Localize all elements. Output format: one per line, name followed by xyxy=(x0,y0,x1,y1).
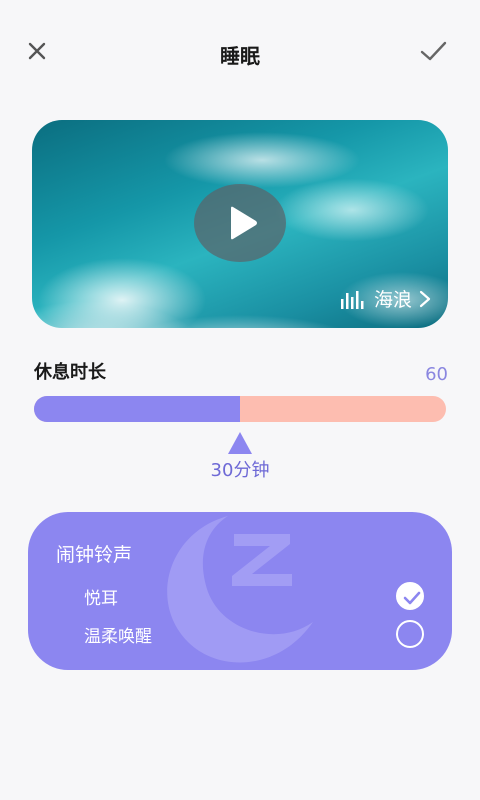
sound-selector[interactable]: 海浪 xyxy=(340,285,432,312)
play-button[interactable] xyxy=(194,184,286,262)
duration-slider[interactable] xyxy=(34,396,446,422)
radio-unchecked[interactable] xyxy=(396,620,424,648)
confirm-button[interactable] xyxy=(416,36,450,66)
duration-label: 休息时长 xyxy=(34,362,106,383)
alarm-option-gentle-wake[interactable]: 温柔唤醒 xyxy=(84,618,424,650)
alarm-title: 闹钟铃声 xyxy=(56,544,133,566)
option-label: 悦耳 xyxy=(84,588,118,609)
page-title: 睡眠 xyxy=(220,44,260,68)
chevron-right-icon xyxy=(419,290,431,307)
option-label: 温柔唤醒 xyxy=(84,626,152,647)
radio-checked[interactable] xyxy=(396,582,424,610)
slider-thumb[interactable] xyxy=(228,432,252,454)
sound-preview-card: 海浪 xyxy=(32,120,448,328)
slider-value-label: 30分钟 xyxy=(210,460,270,481)
play-icon xyxy=(231,206,257,240)
sound-wave-icon xyxy=(340,290,364,309)
check-icon xyxy=(420,41,447,61)
check-icon xyxy=(403,591,421,605)
sound-name: 海浪 xyxy=(373,289,412,311)
header: 睡眠 xyxy=(0,0,480,105)
duration-max-value: 60 xyxy=(425,364,448,385)
alarm-option-pleasant[interactable]: 悦耳 xyxy=(84,580,424,612)
alarm-sound-card: 闹钟铃声 悦耳 温柔唤醒 xyxy=(28,512,452,670)
slider-fill xyxy=(34,396,240,422)
